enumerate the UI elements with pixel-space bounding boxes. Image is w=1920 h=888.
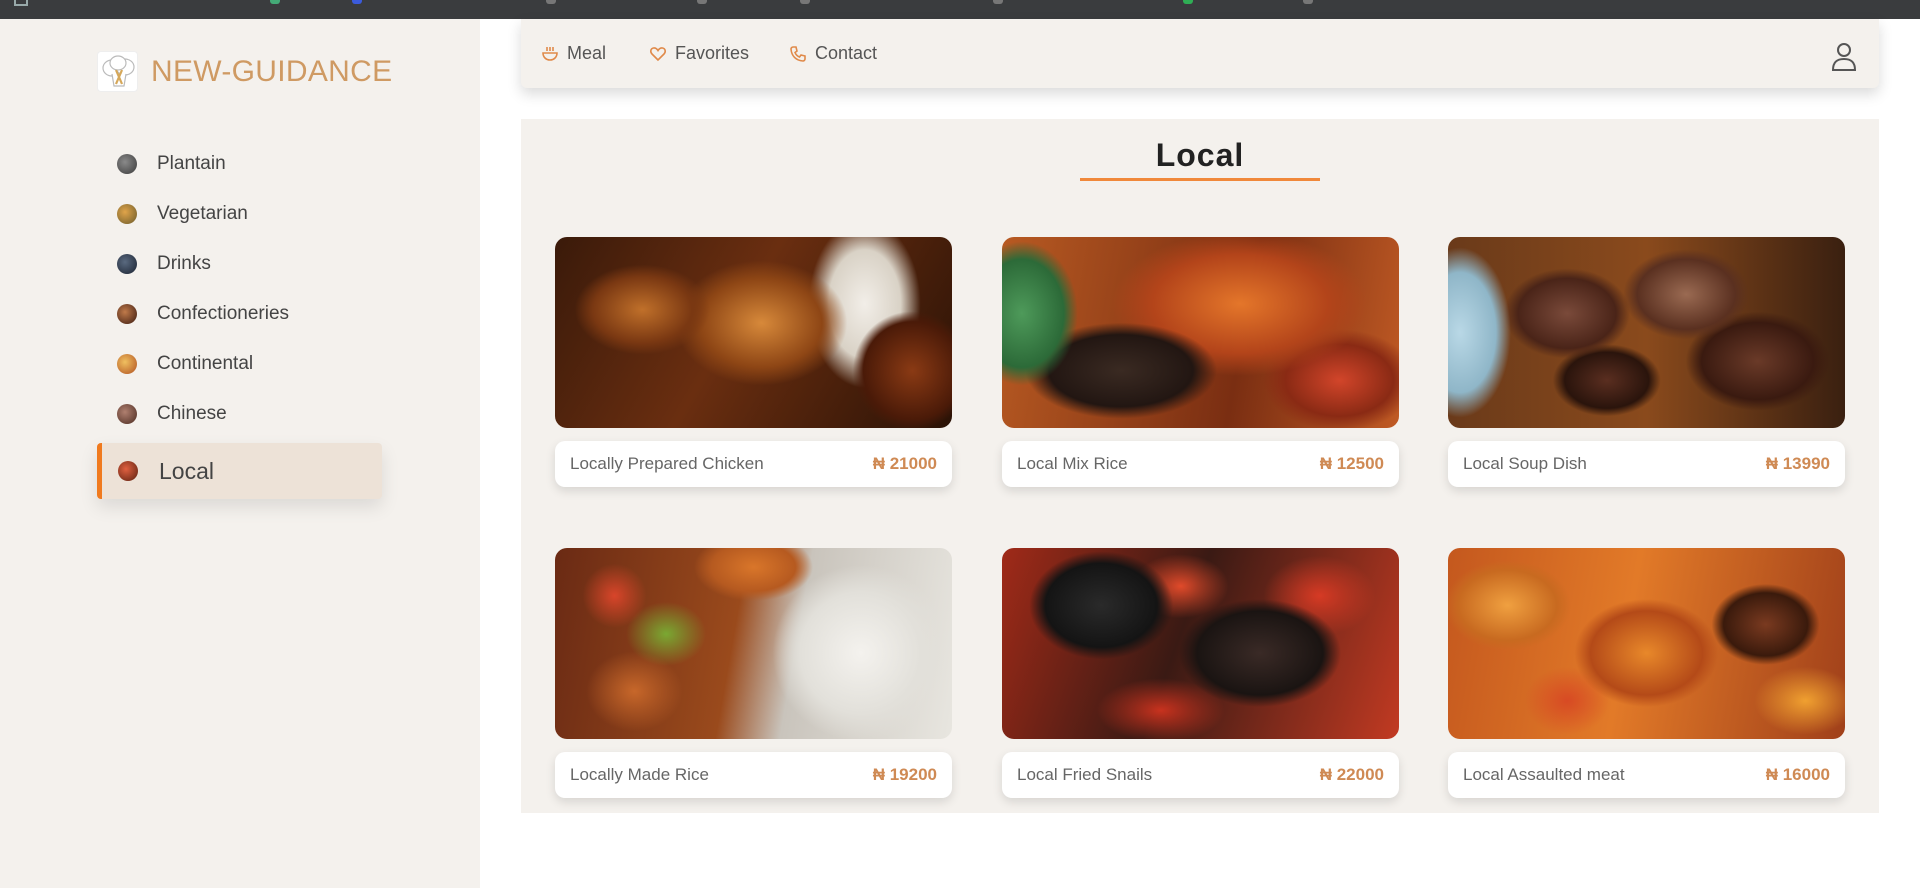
plantain-thumb-icon	[117, 154, 137, 174]
dish-price: ₦ 19200	[872, 765, 937, 784]
taskbar-indicator-icon	[993, 0, 1003, 4]
taskbar-indicator-icon	[697, 0, 707, 4]
dish-photo[interactable]	[555, 237, 952, 428]
dish-name: Locally Prepared Chicken	[570, 454, 764, 473]
dish-price: ₦ 21000	[872, 454, 937, 473]
dish-caption: Local Assaulted meat ₦ 16000	[1448, 752, 1845, 798]
dish-caption: Local Fried Snails ₦ 22000	[1002, 752, 1399, 798]
nav-meal-label: Meal	[567, 43, 607, 63]
taskbar-indicator-icon	[352, 0, 362, 4]
sidebar-item-confectioneries[interactable]: Confectioneries	[97, 289, 382, 339]
brand-name: NEW-GUIDANCE	[151, 54, 393, 88]
category-content: Local Locally Prepared Chicken ₦ 21000 L…	[521, 119, 1879, 813]
page-title: Local	[1155, 137, 1245, 173]
sidebar-item-vegetarian[interactable]: Vegetarian	[97, 189, 382, 239]
chef-hat-logo-icon	[97, 51, 138, 92]
taskbar-indicator-icon	[270, 0, 280, 4]
window-top-strip	[0, 0, 1920, 19]
taskbar-indicator-icon	[1303, 0, 1313, 4]
sidebar-item-chinese[interactable]: Chinese	[97, 389, 382, 439]
taskbar-indicator-icon	[1183, 0, 1193, 4]
dish-card[interactable]: Local Fried Snails ₦ 22000	[1002, 548, 1399, 798]
dish-card[interactable]: Local Mix Rice ₦ 12500	[1002, 237, 1399, 487]
dish-name: Locally Made Rice	[570, 765, 709, 784]
vegetarian-thumb-icon	[117, 204, 137, 224]
dish-card[interactable]: Local Soup Dish ₦ 13990	[1448, 237, 1845, 487]
dish-price: ₦ 12500	[1319, 454, 1384, 473]
brand[interactable]: NEW-GUIDANCE	[97, 51, 392, 92]
phone-icon	[790, 45, 806, 62]
nav-contact-link[interactable]: Contact	[789, 19, 877, 88]
nav-favorites-link[interactable]: Favorites	[649, 19, 749, 88]
drinks-thumb-icon	[117, 254, 137, 274]
sidebar-item-label: Confectioneries	[157, 303, 290, 324]
dish-caption: Locally Prepared Chicken ₦ 21000	[555, 441, 952, 487]
sidebar-item-plantain[interactable]: Plantain	[97, 139, 382, 189]
user-icon[interactable]	[1831, 41, 1857, 76]
dish-name: Local Mix Rice	[1017, 454, 1128, 473]
sidebar-item-continental[interactable]: Continental	[97, 339, 382, 389]
title-underline	[1080, 178, 1320, 181]
dish-photo[interactable]	[1448, 237, 1845, 428]
nav-favorites-label: Favorites	[675, 43, 750, 63]
sidebar-item-label: Continental	[157, 353, 254, 374]
dish-card[interactable]: Local Assaulted meat ₦ 16000	[1448, 548, 1845, 798]
nav-meal-link[interactable]: Meal	[541, 19, 606, 88]
sidebar-item-label: Vegetarian	[157, 203, 248, 224]
dish-name: Local Soup Dish	[1463, 454, 1587, 473]
sidebar-item-local[interactable]: Local	[97, 443, 382, 499]
heart-icon	[650, 46, 666, 61]
dish-caption: Local Soup Dish ₦ 13990	[1448, 441, 1845, 487]
sidebar-item-label: Drinks	[157, 253, 211, 274]
taskbar-indicator-icon	[546, 0, 556, 4]
dish-photo[interactable]	[1002, 237, 1399, 428]
dish-price: ₦ 22000	[1319, 765, 1384, 784]
dish-photo[interactable]	[1002, 548, 1399, 739]
taskbar-indicator-icon	[800, 0, 810, 4]
local-thumb-icon	[118, 461, 138, 481]
sidebar-item-drinks[interactable]: Drinks	[97, 239, 382, 289]
continental-thumb-icon	[117, 354, 137, 374]
dish-caption: Local Mix Rice ₦ 12500	[1002, 441, 1399, 487]
sidebar-item-label: Plantain	[157, 153, 226, 174]
dish-price: ₦ 13990	[1765, 454, 1830, 473]
category-menu: Plantain Vegetarian Drinks Confectioneri…	[97, 139, 382, 499]
dish-card[interactable]: Locally Made Rice ₦ 19200	[555, 548, 952, 798]
sidebar: NEW-GUIDANCE Plantain Vegetarian Drinks …	[0, 19, 480, 888]
dish-name: Local Fried Snails	[1017, 765, 1153, 784]
chinese-thumb-icon	[117, 404, 137, 424]
top-navbar: Meal Favorites Contact	[521, 19, 1879, 88]
dish-card[interactable]: Locally Prepared Chicken ₦ 21000	[555, 237, 952, 487]
dish-caption: Locally Made Rice ₦ 19200	[555, 752, 952, 798]
dish-price: ₦ 16000	[1765, 765, 1830, 784]
sidebar-item-label: Local	[159, 457, 214, 484]
dish-photo[interactable]	[1448, 548, 1845, 739]
bowl-icon	[542, 46, 558, 61]
dish-name: Local Assaulted meat	[1463, 765, 1625, 784]
nav-contact-label: Contact	[815, 43, 878, 63]
dish-photo[interactable]	[555, 548, 952, 739]
confectioneries-thumb-icon	[117, 304, 137, 324]
sidebar-item-label: Chinese	[157, 403, 227, 424]
start-icon	[14, 0, 28, 6]
